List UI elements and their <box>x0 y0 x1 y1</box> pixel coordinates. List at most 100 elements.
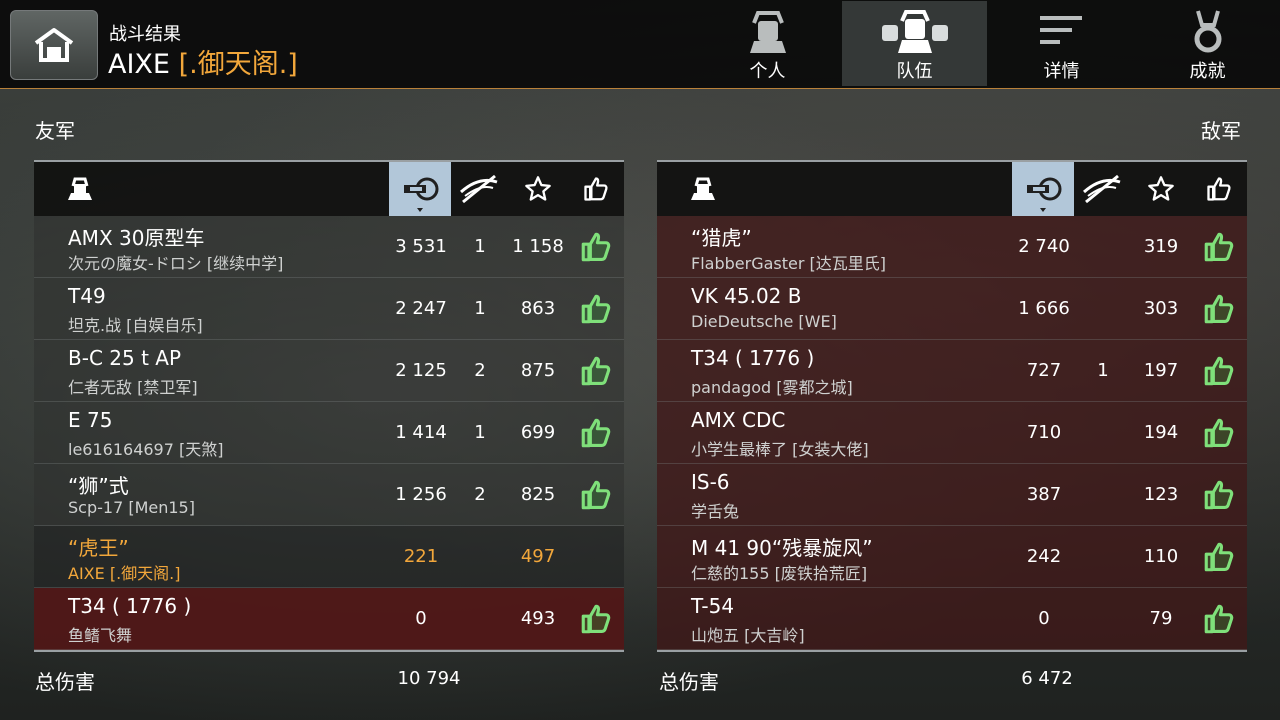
xp-value: 194 <box>1143 422 1179 443</box>
player-name: 学舌兔 <box>691 502 740 521</box>
thumbs-up-icon[interactable] <box>579 230 613 264</box>
star-icon[interactable] <box>512 162 564 216</box>
damage-icon[interactable] <box>389 162 451 216</box>
xp-value: 79 <box>1149 608 1173 629</box>
damage-icon[interactable] <box>1012 162 1074 216</box>
damage-value: 242 <box>1026 546 1062 567</box>
player-name: FlabberGaster [达瓦里氏] <box>691 254 886 273</box>
kills-icon[interactable] <box>452 162 506 216</box>
thumbs-up-icon[interactable] <box>570 162 622 216</box>
player-row[interactable]: T34 ( 1776 ) 鱼鳍飞舞 0 493 <box>34 588 624 650</box>
thumbs-up-icon[interactable] <box>1202 416 1236 450</box>
tank-name: VK 45.02 B <box>691 284 802 308</box>
thumbs-up-icon[interactable] <box>579 354 613 388</box>
medal-icon <box>1190 1 1226 57</box>
tank-name: M 41 90“残暴旋风” <box>691 536 873 560</box>
tank-name: IS-6 <box>691 470 730 494</box>
damage-value: 1 414 <box>395 422 447 443</box>
player-row[interactable]: M 41 90“残暴旋风” 仁慈的155 [废铁拾荒匠] 242 110 <box>657 526 1247 588</box>
damage-value: 0 <box>1038 608 1050 629</box>
kills-value: 1 <box>1097 360 1109 381</box>
damage-value: 221 <box>403 546 439 567</box>
player-row[interactable]: VK 45.02 B DieDeutsche [WE] 1 666 303 <box>657 278 1247 340</box>
player-row[interactable]: “猎虎” FlabberGaster [达瓦里氏] 2 740 319 <box>657 216 1247 278</box>
player-row[interactable]: T-54 山炮五 [大吉岭] 0 79 <box>657 588 1247 650</box>
tank-name: T34 ( 1776 ) <box>68 594 192 618</box>
thumbs-up-icon[interactable] <box>1202 602 1236 636</box>
kills-value: 1 <box>474 236 486 257</box>
thumbs-up-icon[interactable] <box>1193 162 1245 216</box>
xp-value: 303 <box>1143 298 1179 319</box>
tank-name: E 75 <box>68 408 113 432</box>
tank-icon[interactable] <box>679 162 727 216</box>
damage-value: 710 <box>1026 422 1062 443</box>
player-row[interactable]: T49 坦克.战 [自娱自乐] 2 247 1 863 <box>34 278 624 340</box>
player-row[interactable]: AMX CDC 小学生最棒了 [女装大佬] 710 194 <box>657 402 1247 464</box>
player-name: 鱼鳍飞舞 <box>68 626 133 645</box>
thumbs-up-icon[interactable] <box>1202 354 1236 388</box>
xp-value: 493 <box>520 608 556 629</box>
player-name: AIXE <box>108 49 170 80</box>
xp-value: 875 <box>520 360 556 381</box>
top-bar: 战斗结果 AIXE [.御天阁.] 个人 队伍 详情 成就 <box>0 0 1280 89</box>
tab-team[interactable]: 队伍 <box>842 1 987 86</box>
kills-value: 2 <box>474 484 486 505</box>
player-name: le616164697 [天煞] <box>68 440 224 459</box>
thumbs-up-icon[interactable] <box>1202 230 1236 264</box>
xp-value: 319 <box>1143 236 1179 257</box>
player-row[interactable]: B-C 25 t AP 仁者无敌 [禁卫军] 2 125 2 875 <box>34 340 624 402</box>
kills-icon[interactable] <box>1075 162 1129 216</box>
player-row[interactable]: “虎王” AIXE [.御天阁.] 221 497 <box>34 526 624 588</box>
enemies-total-label: 总伤害 <box>659 670 719 694</box>
tank-icon[interactable] <box>56 162 104 216</box>
tab-details[interactable]: 详情 <box>989 1 1134 86</box>
enemies-total-damage: 6 472 <box>1021 668 1073 689</box>
player-row[interactable]: AMX 30原型车 次元の魔女-ドロシ [继续中学] 3 531 1 1 158 <box>34 216 624 278</box>
damage-value: 2 247 <box>395 298 447 319</box>
thumbs-up-icon[interactable] <box>1202 292 1236 326</box>
player-row[interactable]: “狮”式 Scp-17 [Men15] 1 256 2 825 <box>34 464 624 526</box>
player-name-header: AIXE [.御天阁.] <box>108 42 298 81</box>
soldier-icon <box>744 1 792 57</box>
tank-name: AMX CDC <box>691 408 786 432</box>
tank-name: “狮”式 <box>68 474 129 498</box>
tab-team-label: 队伍 <box>896 61 933 82</box>
allies-total-label: 总伤害 <box>35 670 95 694</box>
damage-value: 727 <box>1026 360 1062 381</box>
star-icon[interactable] <box>1135 162 1187 216</box>
player-name: 次元の魔女-ドロシ [继续中学] <box>68 254 284 273</box>
player-name: 山炮五 [大吉岭] <box>691 626 805 645</box>
player-name: 小学生最棒了 [女装大佬] <box>691 440 869 459</box>
thumbs-up-icon[interactable] <box>579 292 613 326</box>
player-name: 仁者无敌 [禁卫军] <box>68 378 198 397</box>
allies-rows: AMX 30原型车 次元の魔女-ドロシ [继续中学] 3 531 1 1 158 T49 坦… <box>34 216 624 650</box>
xp-value: 123 <box>1143 484 1179 505</box>
thumbs-up-icon[interactable] <box>1202 478 1236 512</box>
xp-value: 863 <box>520 298 556 319</box>
allies-table: AMX 30原型车 次元の魔女-ドロシ [继续中学] 3 531 1 1 158 T49 坦… <box>34 160 624 652</box>
player-name: DieDeutsche [WE] <box>691 312 837 331</box>
tab-achievements-label: 成就 <box>1189 61 1226 82</box>
tank-name: T-54 <box>691 594 735 618</box>
allies-total-damage: 10 794 <box>397 668 461 689</box>
damage-value: 2 740 <box>1018 236 1070 257</box>
damage-value: 1 256 <box>395 484 447 505</box>
damage-value: 2 125 <box>395 360 447 381</box>
thumbs-up-icon[interactable] <box>1202 540 1236 574</box>
allies-table-header <box>34 160 624 216</box>
player-name: AIXE [.御天阁.] <box>68 564 181 583</box>
tank-name: B-C 25 t AP <box>68 346 182 370</box>
thumbs-up-icon[interactable] <box>579 416 613 450</box>
thumbs-up-icon[interactable] <box>579 602 613 636</box>
player-name: 仁慈的155 [废铁拾荒匠] <box>691 564 868 583</box>
tab-achievements[interactable]: 成就 <box>1135 1 1280 86</box>
tab-personal[interactable]: 个人 <box>695 1 840 86</box>
xp-value: 110 <box>1143 546 1179 567</box>
thumbs-up-icon[interactable] <box>579 478 613 512</box>
player-row[interactable]: IS-6 学舌兔 387 123 <box>657 464 1247 526</box>
player-clan: [.御天阁.] <box>178 49 298 80</box>
details-icon <box>1038 1 1086 57</box>
player-row[interactable]: T34 ( 1776 ) pandagod [雾都之城] 727 1 197 <box>657 340 1247 402</box>
garage-button[interactable] <box>10 10 98 80</box>
player-row[interactable]: E 75 le616164697 [天煞] 1 414 1 699 <box>34 402 624 464</box>
